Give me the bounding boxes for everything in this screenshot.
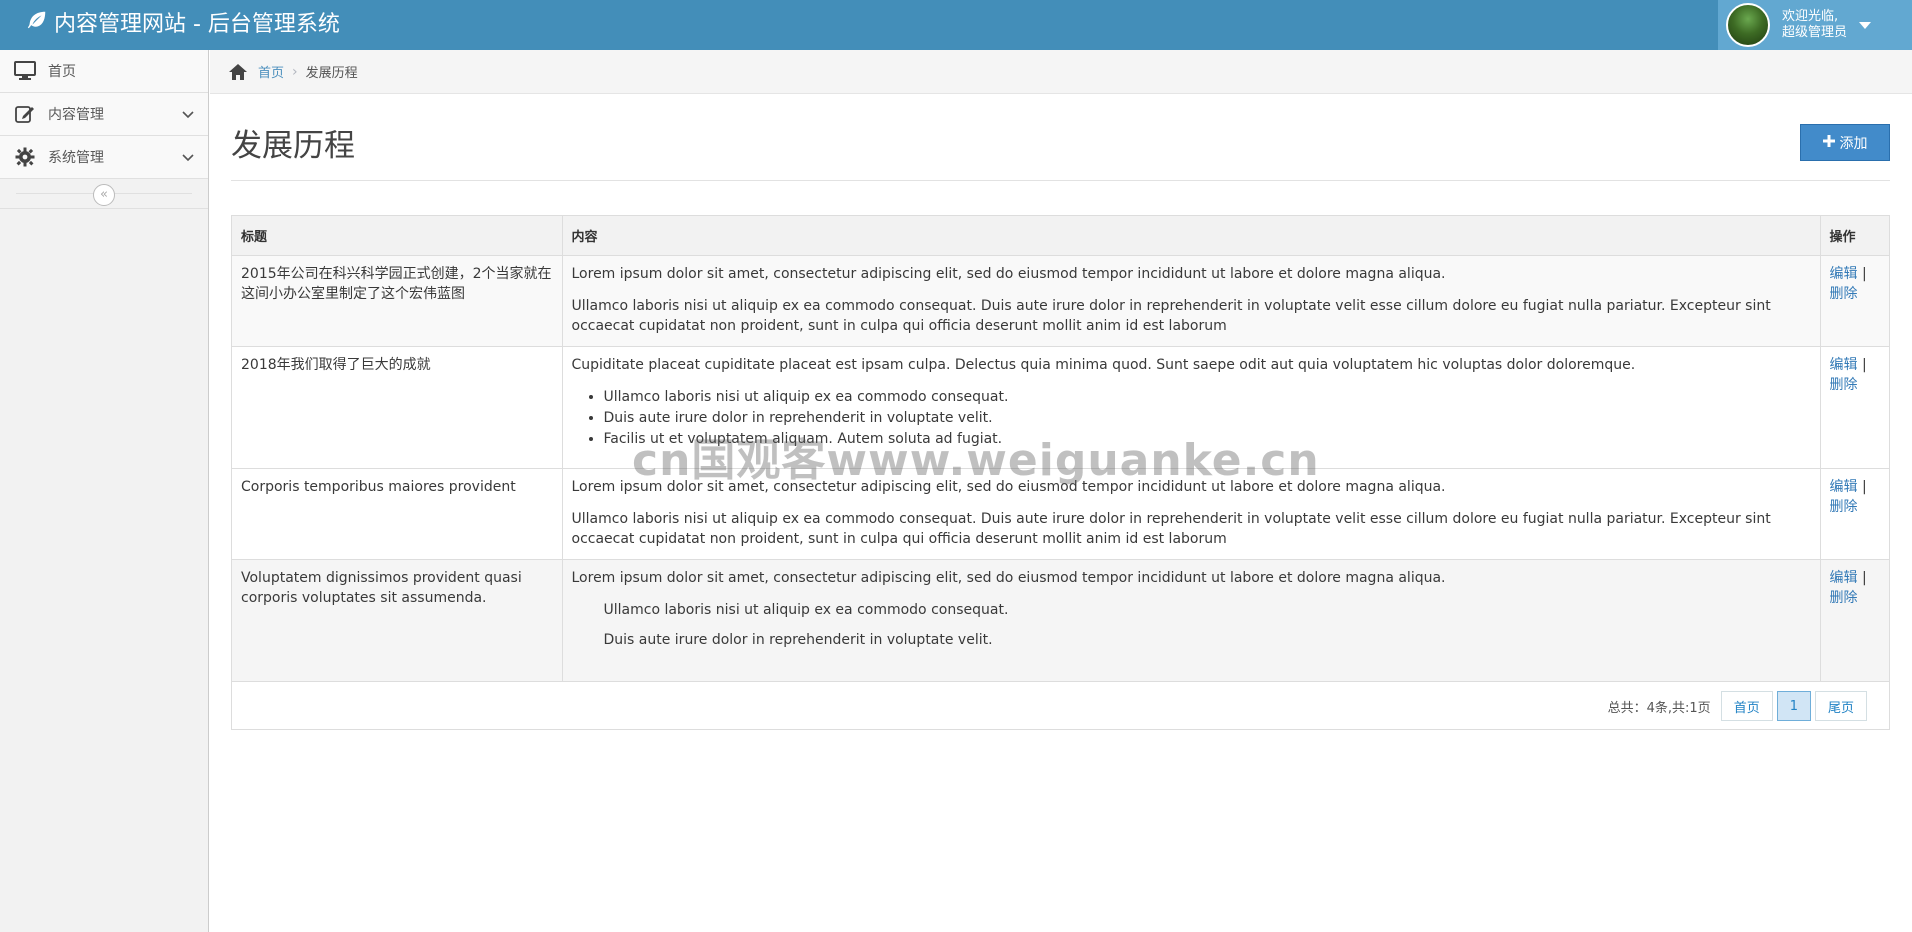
cell-actions: 编辑 | 删除: [1819, 254, 1889, 347]
cell-title: 2018年我们取得了巨大的成就: [232, 345, 563, 469]
add-button[interactable]: 添加: [1800, 124, 1890, 161]
caret-down-icon: [1859, 21, 1872, 29]
sidebar: 首页 内容管理 系统管理 «: [0, 50, 209, 932]
delete-link[interactable]: 删除: [1830, 286, 1858, 302]
delete-link[interactable]: 删除: [1830, 590, 1858, 606]
column-header-actions: 操作: [1819, 216, 1889, 256]
list-item: Facilis ut et voluptatem aliquam. Autem …: [604, 429, 1811, 450]
sidebar-item-content[interactable]: 内容管理: [0, 93, 208, 136]
cell-content: Cupiditate placeat cupiditate placeat es…: [561, 345, 1821, 469]
list-item: Duis aute irure dolor in reprehenderit i…: [604, 408, 1811, 429]
pagination-total: 总共：4条,共:1页: [1607, 700, 1711, 716]
sidebar-item-label: 内容管理: [48, 107, 104, 123]
gear-icon: [14, 146, 36, 168]
sidebar-collapse-row: «: [0, 179, 208, 209]
table-header-row: 标题 内容 操作: [232, 216, 1889, 256]
column-header-content: 内容: [561, 216, 1821, 256]
cell-title: Voluptatem dignissimos provident quasi c…: [232, 558, 563, 682]
user-welcome: 欢迎光临,: [1782, 9, 1839, 24]
edit-link[interactable]: 编辑: [1830, 570, 1858, 586]
content-paragraph: Cupiditate placeat cupiditate placeat es…: [571, 356, 1636, 373]
cell-title: 2015年公司在科兴科学园正式创建，2个当家就在这间小办公室里制定了这个宏伟蓝图: [232, 254, 563, 347]
page-title: 发展历程: [231, 128, 355, 164]
divider: [231, 180, 1890, 181]
op-separator: |: [1861, 478, 1867, 495]
content-paragraph: Ullamco laboris nisi ut aliquip ex ea co…: [571, 510, 1771, 547]
pagination-last-button[interactable]: 尾页: [1814, 691, 1867, 721]
cell-content: Lorem ipsum dolor sit amet, consectetur …: [561, 467, 1821, 560]
content-paragraph: Ullamco laboris nisi ut aliquip ex ea co…: [571, 297, 1771, 334]
pagination-page-button[interactable]: 1: [1776, 691, 1811, 721]
user-info: 欢迎光临, 超级管理员: [1782, 9, 1847, 41]
avatar: [1726, 3, 1770, 47]
delete-link[interactable]: 删除: [1830, 377, 1858, 393]
content-quote: Ullamco laboris nisi ut aliquip ex ea co…: [603, 601, 1009, 618]
chevron-down-icon: [182, 107, 194, 123]
cell-content: Lorem ipsum dolor sit amet, consectetur …: [561, 254, 1821, 347]
table-row: Voluptatem dignissimos provident quasi c…: [232, 558, 1889, 682]
cell-title: Corporis temporibus maiores provident: [232, 467, 563, 560]
op-separator: |: [1861, 265, 1867, 282]
desktop-icon: [14, 60, 36, 82]
breadcrumb: 首页 › 发展历程: [210, 50, 1912, 94]
home-icon: [228, 63, 248, 81]
edit-link[interactable]: 编辑: [1830, 357, 1858, 373]
content-paragraph: Lorem ipsum dolor sit amet, consectetur …: [571, 569, 1446, 586]
content-quote: Duis aute irure dolor in reprehenderit i…: [603, 631, 993, 648]
user-role: 超级管理员: [1782, 25, 1848, 40]
op-separator: |: [1861, 569, 1867, 586]
leaf-icon: [26, 1, 48, 49]
history-table: 标题 内容 操作 2015年公司在科兴科学园正式创建，2个当家就在这间小办公室里…: [232, 216, 1889, 682]
cell-actions: 编辑 | 删除: [1819, 467, 1889, 560]
table-row: 2015年公司在科兴科学园正式创建，2个当家就在这间小办公室里制定了这个宏伟蓝图…: [232, 254, 1889, 347]
delete-link[interactable]: 删除: [1830, 499, 1858, 515]
content-paragraph: Lorem ipsum dolor sit amet, consectetur …: [571, 265, 1446, 282]
content-list: Ullamco laboris nisi ut aliquip ex ea co…: [604, 387, 1811, 450]
sidebar-collapse-button[interactable]: «: [93, 184, 115, 206]
content-paragraph: Lorem ipsum dolor sit amet, consectetur …: [571, 478, 1446, 495]
cell-actions: 编辑 | 删除: [1819, 558, 1889, 682]
pagination-first-button[interactable]: 首页: [1720, 691, 1773, 721]
add-button-label: 添加: [1839, 135, 1868, 152]
brand-title: 内容管理网站 - 后台管理系统: [54, 12, 340, 37]
op-separator: |: [1861, 356, 1867, 373]
history-table-container: 标题 内容 操作 2015年公司在科兴科学园正式创建，2个当家就在这间小办公室里…: [231, 215, 1890, 730]
brand[interactable]: 内容管理网站 - 后台管理系统: [26, 0, 340, 50]
table-row: 2018年我们取得了巨大的成就 Cupiditate placeat cupid…: [232, 345, 1889, 469]
cell-actions: 编辑 | 删除: [1819, 345, 1889, 469]
table-row: Corporis temporibus maiores provident Lo…: [232, 467, 1889, 560]
edit-link[interactable]: 编辑: [1830, 479, 1858, 495]
sidebar-item-system[interactable]: 系统管理: [0, 136, 208, 179]
user-menu[interactable]: 欢迎光临, 超级管理员: [1718, 0, 1912, 50]
edit-link[interactable]: 编辑: [1830, 266, 1858, 282]
breadcrumb-home-link[interactable]: 首页: [258, 62, 284, 81]
edit-icon: [14, 103, 36, 125]
list-item: Ullamco laboris nisi ut aliquip ex ea co…: [604, 387, 1811, 408]
cell-content: Lorem ipsum dolor sit amet, consectetur …: [561, 558, 1821, 682]
sidebar-item-label: 系统管理: [48, 150, 104, 166]
breadcrumb-current: 发展历程: [305, 66, 358, 81]
pagination: 总共：4条,共:1页 首页 1 尾页: [1608, 691, 1867, 721]
top-navbar: 内容管理网站 - 后台管理系统 欢迎光临, 超级管理员: [0, 0, 1912, 50]
sidebar-item-home[interactable]: 首页: [0, 50, 208, 93]
breadcrumb-separator: ›: [292, 63, 298, 80]
chevron-down-icon: [182, 150, 194, 166]
column-header-title: 标题: [232, 216, 563, 256]
sidebar-item-label: 首页: [48, 64, 76, 80]
plus-icon: [1822, 134, 1835, 151]
